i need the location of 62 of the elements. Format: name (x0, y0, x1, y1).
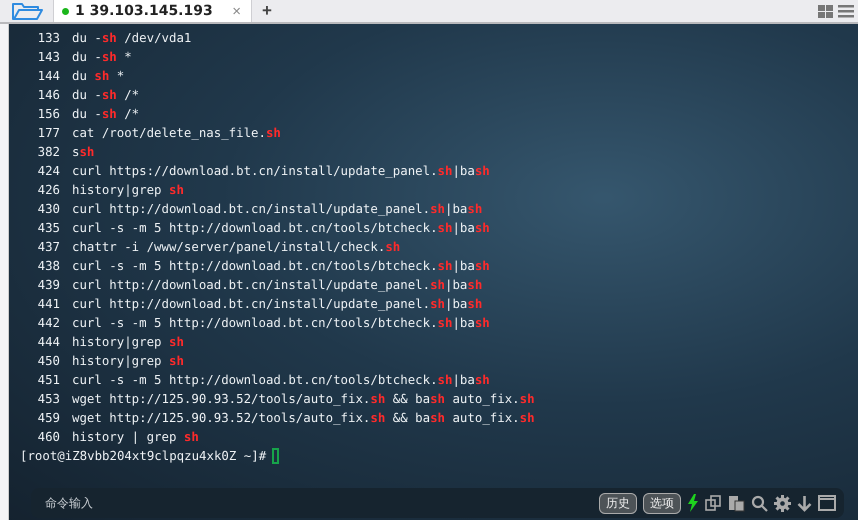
command-text: du sh * (72, 67, 124, 85)
lightning-icon[interactable] (687, 494, 699, 512)
command-text: history|grep sh (72, 333, 184, 351)
search-icon[interactable] (751, 494, 768, 512)
toolbar-button[interactable]: 历史 (599, 492, 637, 514)
command-text: history|grep sh (72, 181, 184, 199)
line-number: 439 (36, 276, 61, 294)
line-number: 451 (36, 371, 61, 389)
line-number: 435 (36, 219, 61, 237)
command-text: curl -s -m 5 http://download.bt.cn/tools/btcheck.sh|bash (72, 314, 490, 332)
line-number: 424 (36, 162, 61, 180)
command-text: curl -s -m 5 http://download.bt.cn/tools/btcheck.sh|bash (72, 219, 490, 237)
line-number: 450 (36, 352, 61, 370)
command-text: curl http://download.bt.cn/install/update_panel.sh|bash (72, 295, 482, 313)
line-number: 133 (36, 29, 61, 47)
cursor (272, 448, 280, 464)
command-text: du -sh /* (72, 86, 140, 104)
download-icon[interactable] (797, 494, 812, 512)
command-text: du -sh * (72, 48, 132, 66)
toolbar-button[interactable]: 选项 (643, 492, 681, 514)
command-text: cat /root/delete_nas_file.sh (72, 124, 281, 142)
line-number: 426 (36, 181, 61, 199)
line-number: 459 (36, 409, 61, 427)
window-icon[interactable] (818, 495, 836, 511)
new-tab-button[interactable]: + (252, 0, 282, 22)
line-number: 460 (36, 428, 61, 446)
command-text: wget http://125.90.93.52/tools/auto_fix.sh && bash auto_fix.sh (72, 390, 535, 408)
command-text: curl -s -m 5 http://download.bt.cn/tools/btcheck.sh|bash (72, 371, 490, 389)
command-text: chattr -i /www/server/panel/install/check.sh (72, 238, 400, 256)
line-number: 430 (36, 200, 61, 218)
shell-prompt: [root@iZ8vbb204xt9clpqzu4xk0Z ~]# (20, 447, 266, 465)
grid-icon[interactable] (818, 4, 833, 18)
line-number: 382 (36, 143, 61, 161)
command-text: ssh (72, 143, 94, 161)
command-text: curl -s -m 5 http://download.bt.cn/tools/btcheck.sh|bash (72, 257, 490, 275)
close-button[interactable]: × (232, 2, 241, 20)
command-text: curl https://download.bt.cn/install/update_panel.sh|bash (72, 162, 490, 180)
command-text: curl http://download.bt.cn/install/update_panel.sh|bash (72, 200, 482, 218)
line-number: 453 (36, 390, 61, 408)
line-number: 144 (36, 67, 61, 85)
command-text: history|grep sh (72, 352, 184, 370)
line-number: 444 (36, 333, 61, 351)
line-number: 177 (36, 124, 61, 142)
command-text: du -sh /dev/vda1 (72, 29, 192, 47)
line-number: 442 (36, 314, 61, 332)
command-text: curl http://download.bt.cn/install/update_panel.sh|bash (72, 276, 482, 294)
settings-icon[interactable] (774, 494, 791, 512)
command-text: history | grep sh (72, 428, 199, 446)
line-number: 143 (36, 48, 61, 66)
copy-icon[interactable] (705, 494, 722, 512)
menu-icon[interactable] (838, 4, 854, 18)
tab-label: 1 39.103.145.193 (75, 3, 214, 19)
line-number: 438 (36, 257, 61, 275)
line-number: 146 (36, 86, 61, 104)
command-text: wget http://125.90.93.52/tools/auto_fix.sh && bash auto_fix.sh (72, 409, 535, 427)
command-input[interactable]: 命令输入 (31, 488, 593, 518)
paste-icon[interactable] (728, 494, 745, 512)
line-number: 156 (36, 105, 61, 123)
line-number: 437 (36, 238, 61, 256)
session-tab[interactable]: 1 39.103.145.193 × (54, 0, 252, 22)
command-text: du -sh /* (72, 105, 140, 123)
line-number: 441 (36, 295, 61, 313)
